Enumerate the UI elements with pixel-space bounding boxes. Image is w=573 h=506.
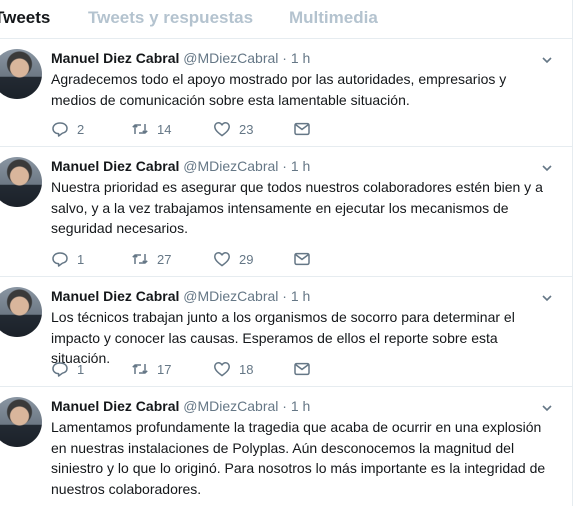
profile-tabs: Tweets Tweets y respuestas Multimedia: [0, 0, 573, 39]
direct-message-button[interactable]: [293, 360, 311, 378]
tweet[interactable]: Manuel Diez Cabral @MDiezCabral · 1 h La…: [0, 387, 572, 506]
heart-icon: [214, 362, 230, 377]
chevron-down-icon[interactable]: [542, 55, 552, 65]
timestamp[interactable]: 1 h: [291, 158, 310, 174]
reply-button[interactable]: 1: [51, 250, 84, 268]
like-count: 23: [239, 121, 254, 137]
retweet-button[interactable]: 14: [131, 120, 171, 138]
tab-tweets[interactable]: Tweets: [0, 8, 50, 28]
retweet-count: 17: [157, 361, 172, 377]
author-handle[interactable]: @MDiezCabral: [183, 398, 278, 414]
retweet-count: 14: [157, 121, 172, 137]
retweet-icon: [132, 124, 148, 134]
avatar[interactable]: [0, 49, 42, 99]
like-button[interactable]: 23: [213, 120, 253, 138]
tweet-header: Manuel Diez Cabral @MDiezCabral · 1 h: [51, 288, 310, 304]
direct-message-button[interactable]: [293, 250, 311, 268]
author-name[interactable]: Manuel Diez Cabral: [51, 50, 179, 66]
timestamp[interactable]: 1 h: [291, 398, 310, 414]
avatar[interactable]: [0, 397, 42, 447]
retweet-button[interactable]: 27: [131, 250, 171, 268]
author-handle[interactable]: @MDiezCabral: [183, 288, 278, 304]
reply-icon: [52, 362, 68, 377]
chevron-down-icon[interactable]: [542, 403, 552, 413]
retweet-icon: [132, 364, 148, 374]
like-count: 18: [239, 361, 254, 377]
envelope-icon: [294, 362, 310, 376]
envelope-icon: [294, 122, 310, 136]
timestamp[interactable]: 1 h: [291, 50, 310, 66]
retweet-button[interactable]: 17: [131, 360, 171, 378]
reply-count: 2: [77, 121, 85, 137]
tab-tweets-y-respuestas[interactable]: Tweets y respuestas: [88, 8, 253, 28]
tweet[interactable]: Manuel Diez Cabral @MDiezCabral · 1 h Lo…: [0, 277, 572, 387]
reply-count: 1: [77, 361, 85, 377]
tweet-header: Manuel Diez Cabral @MDiezCabral · 1 h: [51, 398, 310, 414]
timestamp[interactable]: 1 h: [291, 288, 310, 304]
avatar[interactable]: [0, 287, 42, 337]
separator-dot: ·: [282, 398, 287, 414]
separator-dot: ·: [282, 158, 287, 174]
envelope-icon: [294, 252, 310, 266]
tweet[interactable]: Manuel Diez Cabral @MDiezCabral · 1 h Ag…: [0, 39, 572, 147]
tweet-header: Manuel Diez Cabral @MDiezCabral · 1 h: [51, 50, 310, 66]
like-button[interactable]: 18: [213, 360, 253, 378]
reply-icon: [52, 122, 68, 137]
tweet-text: Agradecemos todo el apoyo mostrado por l…: [51, 71, 507, 108]
author-handle[interactable]: @MDiezCabral: [183, 50, 278, 66]
reply-count: 1: [77, 251, 85, 267]
tab-multimedia[interactable]: Multimedia: [289, 8, 378, 28]
tweet[interactable]: Manuel Diez Cabral @MDiezCabral · 1 h Nu…: [0, 147, 572, 277]
reply-button[interactable]: 1: [51, 360, 84, 378]
author-name[interactable]: Manuel Diez Cabral: [51, 398, 179, 414]
heart-icon: [214, 122, 230, 137]
reply-icon: [52, 252, 68, 267]
chevron-down-icon[interactable]: [542, 293, 552, 303]
avatar[interactable]: [0, 157, 42, 207]
heart-icon: [214, 252, 230, 267]
separator-dot: ·: [282, 288, 287, 304]
tweet-header: Manuel Diez Cabral @MDiezCabral · 1 h: [51, 158, 310, 174]
direct-message-button[interactable]: [293, 120, 311, 138]
like-button[interactable]: 29: [213, 250, 253, 268]
reply-button[interactable]: 2: [51, 120, 84, 138]
author-handle[interactable]: @MDiezCabral: [183, 158, 278, 174]
separator-dot: ·: [282, 50, 287, 66]
retweet-count: 27: [157, 251, 172, 267]
retweet-icon: [132, 254, 148, 264]
like-count: 29: [239, 251, 254, 267]
tweet-text: Nuestra prioridad es asegurar que todos …: [51, 179, 543, 236]
chevron-down-icon[interactable]: [542, 163, 552, 173]
author-name[interactable]: Manuel Diez Cabral: [51, 158, 179, 174]
tweet-text: Lamentamos profundamente la tragedia que…: [51, 419, 546, 497]
author-name[interactable]: Manuel Diez Cabral: [51, 288, 179, 304]
